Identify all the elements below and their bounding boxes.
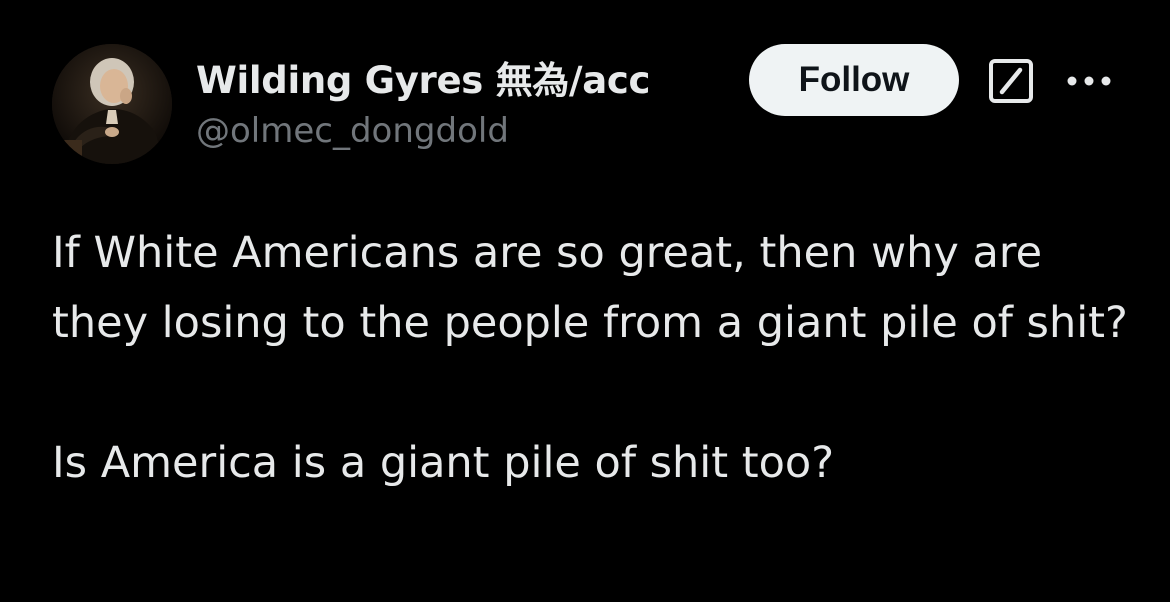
tweet-text: If White Americans are so great, then wh… <box>52 228 1128 488</box>
portrait-avatar-icon <box>52 44 172 164</box>
author-avatar[interactable] <box>52 44 172 164</box>
author-handle[interactable]: @olmec_dongdold <box>196 111 509 151</box>
more-dots-icon[interactable] <box>1064 66 1114 96</box>
follow-button[interactable]: Follow <box>749 44 959 116</box>
grok-glyph-icon <box>989 59 1033 103</box>
author-display-name[interactable]: Wilding Gyres 無為/acc <box>196 50 650 104</box>
grok-icon[interactable] <box>987 57 1035 105</box>
ellipsis-icon <box>1067 76 1111 86</box>
tweet-card: Wilding Gyres 無為/acc @olmec_dongdold Fol… <box>0 0 1170 602</box>
